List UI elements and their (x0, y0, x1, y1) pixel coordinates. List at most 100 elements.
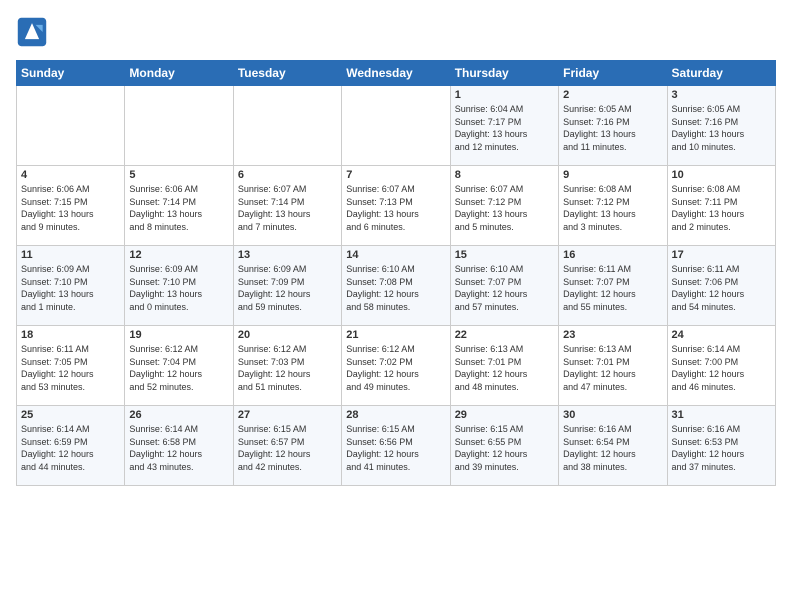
calendar-cell (17, 86, 125, 166)
calendar-cell: 4 Sunrise: 6:06 AM Sunset: 7:15 PM Daylig… (17, 166, 125, 246)
calendar-cell: 21Sunrise: 6:12 AM Sunset: 7:02 PM Dayli… (342, 326, 450, 406)
calendar-week-3: 11 Sunrise: 6:09 AM Sunset: 7:10 PM Dayli… (17, 246, 776, 326)
logo-icon (16, 16, 48, 48)
day-info: Sunrise: 6:16 AM Sunset: 6:54 PM Dayligh… (563, 423, 662, 473)
calendar-cell: 5Sunrise: 6:06 AM Sunset: 7:14 PM Daylig… (125, 166, 233, 246)
day-info: Sunrise: 6:16 AM Sunset: 6:53 PM Dayligh… (672, 423, 771, 473)
day-info: Sunrise: 6:07 AM Sunset: 7:14 PM Dayligh… (238, 183, 337, 233)
day-number: 3 (672, 89, 771, 101)
day-info: Sunrise: 6:14 AM Sunset: 6:58 PM Dayligh… (129, 423, 228, 473)
day-number: 9 (563, 169, 662, 181)
calendar-cell (233, 86, 341, 166)
calendar-cell: 9 Sunrise: 6:08 AM Sunset: 7:12 PM Daylig… (559, 166, 667, 246)
weekday-header-friday: Friday (559, 61, 667, 86)
calendar-cell: 3 Sunrise: 6:05 AM Sunset: 7:16 PM Daylig… (667, 86, 775, 166)
day-number: 20 (238, 329, 337, 341)
calendar-cell: 14 Sunrise: 6:10 AM Sunset: 7:08 PM Dayli… (342, 246, 450, 326)
day-number: 29 (455, 409, 554, 421)
day-number: 12 (129, 249, 228, 261)
calendar-cell: 16 Sunrise: 6:11 AM Sunset: 7:07 PM Dayli… (559, 246, 667, 326)
day-info: Sunrise: 6:06 AM Sunset: 7:14 PM Dayligh… (129, 183, 228, 233)
day-info: Sunrise: 6:10 AM Sunset: 7:07 PM Dayligh… (455, 263, 554, 313)
day-info: Sunrise: 6:05 AM Sunset: 7:16 PM Dayligh… (563, 103, 662, 153)
calendar-cell: 15 Sunrise: 6:10 AM Sunset: 7:07 PM Dayli… (450, 246, 558, 326)
day-number: 17 (672, 249, 771, 261)
day-number: 4 (21, 169, 120, 181)
day-number: 19 (129, 329, 228, 341)
day-info: Sunrise: 6:04 AM Sunset: 7:17 PM Dayligh… (455, 103, 554, 153)
day-info: Sunrise: 6:07 AM Sunset: 7:12 PM Dayligh… (455, 183, 554, 233)
calendar-cell: 12 Sunrise: 6:09 AM Sunset: 7:10 PM Dayli… (125, 246, 233, 326)
day-info: Sunrise: 6:09 AM Sunset: 7:10 PM Dayligh… (21, 263, 120, 313)
day-number: 11 (21, 249, 120, 261)
day-info: Sunrise: 6:09 AM Sunset: 7:10 PM Dayligh… (129, 263, 228, 313)
calendar-cell: 1 Sunrise: 6:04 AM Sunset: 7:17 PM Daylig… (450, 86, 558, 166)
calendar-cell: 28 Sunrise: 6:15 AM Sunset: 6:56 PM Dayli… (342, 406, 450, 486)
calendar-cell: 30 Sunrise: 6:16 AM Sunset: 6:54 PM Dayli… (559, 406, 667, 486)
calendar-cell: 25 Sunrise: 6:14 AM Sunset: 6:59 PM Dayli… (17, 406, 125, 486)
weekday-row: SundayMondayTuesdayWednesdayThursdayFrid… (17, 61, 776, 86)
calendar-week-2: 4 Sunrise: 6:06 AM Sunset: 7:15 PM Daylig… (17, 166, 776, 246)
weekday-header-monday: Monday (125, 61, 233, 86)
calendar-cell: 13Sunrise: 6:09 AM Sunset: 7:09 PM Dayli… (233, 246, 341, 326)
calendar-cell: 24Sunrise: 6:14 AM Sunset: 7:00 PM Dayli… (667, 326, 775, 406)
day-number: 16 (563, 249, 662, 261)
day-number: 15 (455, 249, 554, 261)
day-number: 28 (346, 409, 445, 421)
day-number: 7 (346, 169, 445, 181)
day-number: 1 (455, 89, 554, 101)
day-number: 14 (346, 249, 445, 261)
day-number: 30 (563, 409, 662, 421)
calendar-body: 1 Sunrise: 6:04 AM Sunset: 7:17 PM Daylig… (17, 86, 776, 486)
calendar-cell: 11 Sunrise: 6:09 AM Sunset: 7:10 PM Dayli… (17, 246, 125, 326)
calendar-table: SundayMondayTuesdayWednesdayThursdayFrid… (16, 60, 776, 486)
calendar-cell: 20 Sunrise: 6:12 AM Sunset: 7:03 PM Dayli… (233, 326, 341, 406)
day-info: Sunrise: 6:11 AM Sunset: 7:05 PM Dayligh… (21, 343, 120, 393)
calendar-header: SundayMondayTuesdayWednesdayThursdayFrid… (17, 61, 776, 86)
day-info: Sunrise: 6:15 AM Sunset: 6:55 PM Dayligh… (455, 423, 554, 473)
day-info: Sunrise: 6:11 AM Sunset: 7:06 PM Dayligh… (672, 263, 771, 313)
calendar-cell: 7 Sunrise: 6:07 AM Sunset: 7:13 PM Daylig… (342, 166, 450, 246)
day-info: Sunrise: 6:11 AM Sunset: 7:07 PM Dayligh… (563, 263, 662, 313)
day-info: Sunrise: 6:08 AM Sunset: 7:11 PM Dayligh… (672, 183, 771, 233)
page-header (16, 16, 776, 48)
calendar-week-4: 18 Sunrise: 6:11 AM Sunset: 7:05 PM Dayli… (17, 326, 776, 406)
calendar-cell: 22Sunrise: 6:13 AM Sunset: 7:01 PM Dayli… (450, 326, 558, 406)
day-info: Sunrise: 6:10 AM Sunset: 7:08 PM Dayligh… (346, 263, 445, 313)
calendar-cell: 18 Sunrise: 6:11 AM Sunset: 7:05 PM Dayli… (17, 326, 125, 406)
day-info: Sunrise: 6:15 AM Sunset: 6:57 PM Dayligh… (238, 423, 337, 473)
calendar-cell: 19 Sunrise: 6:12 AM Sunset: 7:04 PM Dayli… (125, 326, 233, 406)
day-info: Sunrise: 6:12 AM Sunset: 7:03 PM Dayligh… (238, 343, 337, 393)
calendar-cell: 17 Sunrise: 6:11 AM Sunset: 7:06 PM Dayli… (667, 246, 775, 326)
calendar-cell: 31 Sunrise: 6:16 AM Sunset: 6:53 PM Dayli… (667, 406, 775, 486)
day-number: 18 (21, 329, 120, 341)
calendar-cell: 26 Sunrise: 6:14 AM Sunset: 6:58 PM Dayli… (125, 406, 233, 486)
day-number: 24 (672, 329, 771, 341)
weekday-header-wednesday: Wednesday (342, 61, 450, 86)
day-number: 27 (238, 409, 337, 421)
day-info: Sunrise: 6:05 AM Sunset: 7:16 PM Dayligh… (672, 103, 771, 153)
day-info: Sunrise: 6:07 AM Sunset: 7:13 PM Dayligh… (346, 183, 445, 233)
day-number: 21 (346, 329, 445, 341)
day-number: 26 (129, 409, 228, 421)
day-info: Sunrise: 6:08 AM Sunset: 7:12 PM Dayligh… (563, 183, 662, 233)
day-number: 13 (238, 249, 337, 261)
day-number: 2 (563, 89, 662, 101)
day-number: 10 (672, 169, 771, 181)
day-number: 31 (672, 409, 771, 421)
day-info: Sunrise: 6:15 AM Sunset: 6:56 PM Dayligh… (346, 423, 445, 473)
calendar-cell: 29 Sunrise: 6:15 AM Sunset: 6:55 PM Dayli… (450, 406, 558, 486)
weekday-header-saturday: Saturday (667, 61, 775, 86)
day-number: 22 (455, 329, 554, 341)
calendar-week-5: 25 Sunrise: 6:14 AM Sunset: 6:59 PM Dayli… (17, 406, 776, 486)
calendar-cell (342, 86, 450, 166)
day-number: 23 (563, 329, 662, 341)
day-info: Sunrise: 6:12 AM Sunset: 7:04 PM Dayligh… (129, 343, 228, 393)
day-info: Sunrise: 6:06 AM Sunset: 7:15 PM Dayligh… (21, 183, 120, 233)
logo (16, 16, 52, 48)
day-number: 25 (21, 409, 120, 421)
day-number: 6 (238, 169, 337, 181)
calendar-cell: 10 Sunrise: 6:08 AM Sunset: 7:11 PM Dayli… (667, 166, 775, 246)
day-info: Sunrise: 6:14 AM Sunset: 6:59 PM Dayligh… (21, 423, 120, 473)
calendar-cell (125, 86, 233, 166)
